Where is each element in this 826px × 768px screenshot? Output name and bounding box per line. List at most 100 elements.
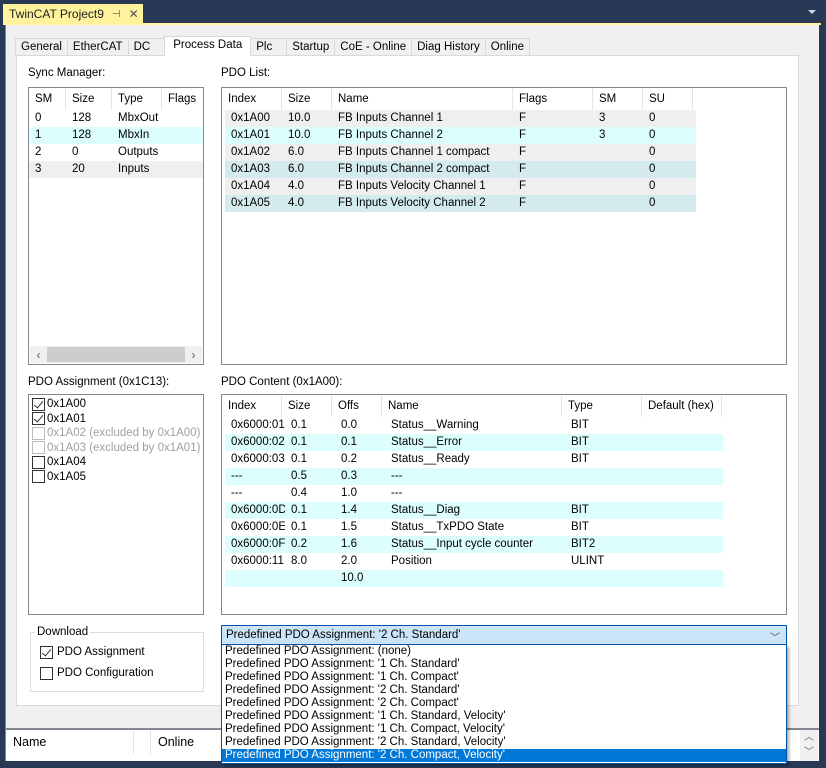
pin-icon[interactable]: ⊣ — [112, 9, 121, 20]
tab-online[interactable]: Online — [484, 38, 531, 56]
dropdown-option[interactable]: Predefined PDO Assignment: (none) — [222, 645, 786, 658]
pdo-list[interactable]: Index Size Name Flags SM SU 0x1A00 10.0 FB… — [221, 87, 787, 365]
pdo-list-row[interactable]: 0x1A01 10.0 FB Inputs Channel 2 F 3 0 — [225, 127, 696, 144]
tab-dc[interactable]: DC — [127, 38, 166, 56]
dropdown-option[interactable]: Predefined PDO Assignment: '1 Ch. Compac… — [222, 671, 786, 684]
pdo-assignment-item[interactable]: 0x1A00 — [32, 397, 203, 412]
dropdown-option[interactable]: Predefined PDO Assignment: '2 Ch. Standa… — [222, 736, 786, 749]
pdo-content-row[interactable]: 10.0 — [225, 570, 723, 587]
col-size[interactable]: Size — [66, 88, 112, 110]
cell-offs: 1.6 — [341, 538, 357, 550]
col-sm[interactable]: SM — [29, 88, 66, 110]
col-index[interactable]: Index — [222, 88, 282, 110]
cell-size: 4.0 — [288, 180, 304, 192]
pdo-assignment-list[interactable]: 0x1A00 0x1A01 0x1A02 (excluded by 0x1A00) 0… — [28, 394, 204, 615]
col-name[interactable]: Name — [6, 730, 134, 754]
tab-coe-online[interactable]: CoE - Online — [334, 38, 413, 56]
pdo-content-row[interactable]: 0x6000:0E 0.1 1.5 Status__TxPDO State BIT — [225, 519, 723, 536]
col-offs[interactable]: Offs — [332, 395, 382, 417]
scroll-up-icon[interactable]: ︿ — [800, 730, 818, 745]
pdo-assignment-item[interactable]: 0x1A02 (excluded by 0x1A00) — [32, 426, 203, 441]
pdo-content-row[interactable]: 0x6000:03 0.1 0.2 Status__Ready BIT — [225, 451, 723, 468]
cell-size: 128 — [72, 129, 92, 141]
pdo-assignment-item[interactable]: 0x1A05 — [32, 470, 203, 485]
pdo-content-row[interactable]: 0x6000:01 0.1 0.0 Status__Warning BIT — [225, 417, 723, 434]
checkbox[interactable] — [32, 455, 45, 469]
col-su[interactable]: SU — [643, 88, 693, 110]
pdo-list-row[interactable]: 0x1A02 6.0 FB Inputs Channel 1 compact F 0 — [225, 144, 696, 161]
dropdown-option[interactable]: Predefined PDO Assignment: '2 Ch. Standa… — [222, 684, 786, 697]
dropdown-option[interactable]: Predefined PDO Assignment: '1 Ch. Compac… — [222, 723, 786, 736]
chevron-down-icon[interactable]: ﹀ — [770, 629, 780, 644]
sync-manager-row[interactable]: 3 20 Inputs — [29, 161, 203, 178]
pdo-configuration-download-checkbox[interactable]: PDO Configuration — [40, 666, 154, 681]
pdo-content-row[interactable]: 0x6000:02 0.1 0.1 Status__Error BIT — [225, 434, 723, 451]
pdo-content-row[interactable]: 0x6000:11 8.0 2.0 Position ULINT — [225, 553, 723, 570]
close-icon[interactable]: ✕ — [129, 7, 139, 21]
pdo-list-row[interactable]: 0x1A00 10.0 FB Inputs Channel 1 F 3 0 — [225, 110, 696, 127]
sync-manager-hscrollbar[interactable]: ‹ › — [30, 346, 202, 363]
checkbox[interactable] — [32, 470, 45, 484]
dropdown-option[interactable]: Predefined PDO Assignment: '2 Ch. Compac… — [222, 749, 786, 762]
col-name[interactable]: Name — [332, 88, 513, 110]
cell-name: FB Inputs Velocity Channel 2 — [338, 197, 486, 209]
cell-flags: F — [519, 146, 527, 158]
col-size[interactable]: Size — [282, 88, 332, 110]
sync-manager-row[interactable]: 2 0 Outputs — [29, 144, 203, 161]
cell-size: 0.1 — [291, 436, 307, 448]
cell-flags: F — [519, 112, 527, 124]
tab-startup[interactable]: Startup — [286, 38, 336, 56]
sync-manager-list[interactable]: SM Size Type Flags 0 128 MbxOut 1 128 MbxIn 2 0… — [28, 87, 204, 365]
cell-name: Status__Diag — [391, 504, 461, 516]
col-name[interactable]: Name — [382, 395, 562, 417]
col-flags[interactable]: Flags — [513, 88, 593, 110]
checkbox[interactable] — [40, 645, 53, 659]
scroll-left-icon[interactable]: ‹ — [30, 348, 47, 362]
pdo-assignment-download-checkbox[interactable]: PDO Assignment — [40, 645, 145, 660]
checkbox[interactable] — [40, 666, 53, 680]
pdo-content-header: Index Size Offs Name Type Default (hex) — [222, 395, 786, 417]
cell-name: FB Inputs Channel 2 — [338, 129, 443, 141]
tab-process-data[interactable]: Process Data — [164, 36, 252, 56]
col-online[interactable]: Online — [151, 730, 231, 754]
tab-general[interactable]: General — [15, 38, 68, 56]
dropdown-option[interactable]: Predefined PDO Assignment: '2 Ch. Compac… — [222, 697, 786, 710]
tab-diag-history[interactable]: Diag History — [411, 38, 486, 56]
scroll-right-icon[interactable]: › — [185, 348, 202, 362]
pdo-content-row[interactable]: --- 0.5 0.3 --- — [225, 468, 723, 485]
pdo-content-row[interactable]: 0x6000:0D 0.1 1.4 Status__Diag BIT — [225, 502, 723, 519]
sync-manager-row[interactable]: 1 128 MbxIn — [29, 127, 203, 144]
online-pane-vscrollbar[interactable]: ︿ ﹀ — [800, 730, 818, 761]
pdo-content-list[interactable]: Index Size Offs Name Type Default (hex) … — [221, 394, 787, 615]
predefined-pdo-assignment-combo[interactable]: Predefined PDO Assignment: '2 Ch. Standa… — [221, 625, 787, 645]
col-size[interactable]: Size — [282, 395, 332, 417]
pdo-content-row[interactable]: 0x6000:0F 0.2 1.6 Status__Input cycle count… — [225, 536, 723, 553]
pdo-assignment-item[interactable]: 0x1A01 — [32, 412, 203, 427]
scroll-down-icon[interactable]: ﹀ — [800, 745, 818, 760]
pdo-list-row[interactable]: 0x1A05 4.0 FB Inputs Velocity Channel 2 F 0 — [225, 195, 696, 212]
dropdown-option[interactable]: Predefined PDO Assignment: '1 Ch. Standa… — [222, 710, 786, 723]
cell-su: 0 — [649, 146, 656, 158]
pdo-list-row[interactable]: 0x1A04 4.0 FB Inputs Velocity Channel 1 F 0 — [225, 178, 696, 195]
tab-plc[interactable]: Plc — [250, 38, 288, 56]
cell-sm: 3 — [599, 129, 606, 141]
pdo-list-row[interactable]: 0x1A03 6.0 FB Inputs Channel 2 compact F 0 — [225, 161, 696, 178]
document-tab[interactable]: TwinCAT Project9 ⊣ ✕ — [3, 4, 143, 24]
tab-ethercat[interactable]: EtherCAT — [66, 38, 129, 56]
col-type[interactable]: Type — [562, 395, 642, 417]
col-type[interactable]: Type — [112, 88, 162, 110]
col-index[interactable]: Index — [222, 395, 282, 417]
col-default-hex[interactable]: Default (hex) — [642, 395, 722, 417]
pdo-content-row[interactable]: --- 0.4 1.0 --- — [225, 485, 723, 502]
checkbox[interactable] — [32, 412, 45, 426]
tab-overflow-icon[interactable] — [808, 10, 816, 14]
scroll-thumb[interactable] — [47, 347, 185, 362]
col-flags[interactable]: Flags — [162, 88, 202, 110]
sync-manager-row[interactable]: 0 128 MbxOut — [29, 110, 203, 127]
col-sm[interactable]: SM — [593, 88, 643, 110]
pdo-assignment-item[interactable]: 0x1A03 (excluded by 0x1A01) — [32, 441, 203, 456]
dropdown-option[interactable]: Predefined PDO Assignment: '1 Ch. Standa… — [222, 658, 786, 671]
col-blank[interactable] — [134, 730, 151, 754]
checkbox[interactable] — [32, 397, 45, 411]
pdo-assignment-item[interactable]: 0x1A04 — [32, 455, 203, 470]
